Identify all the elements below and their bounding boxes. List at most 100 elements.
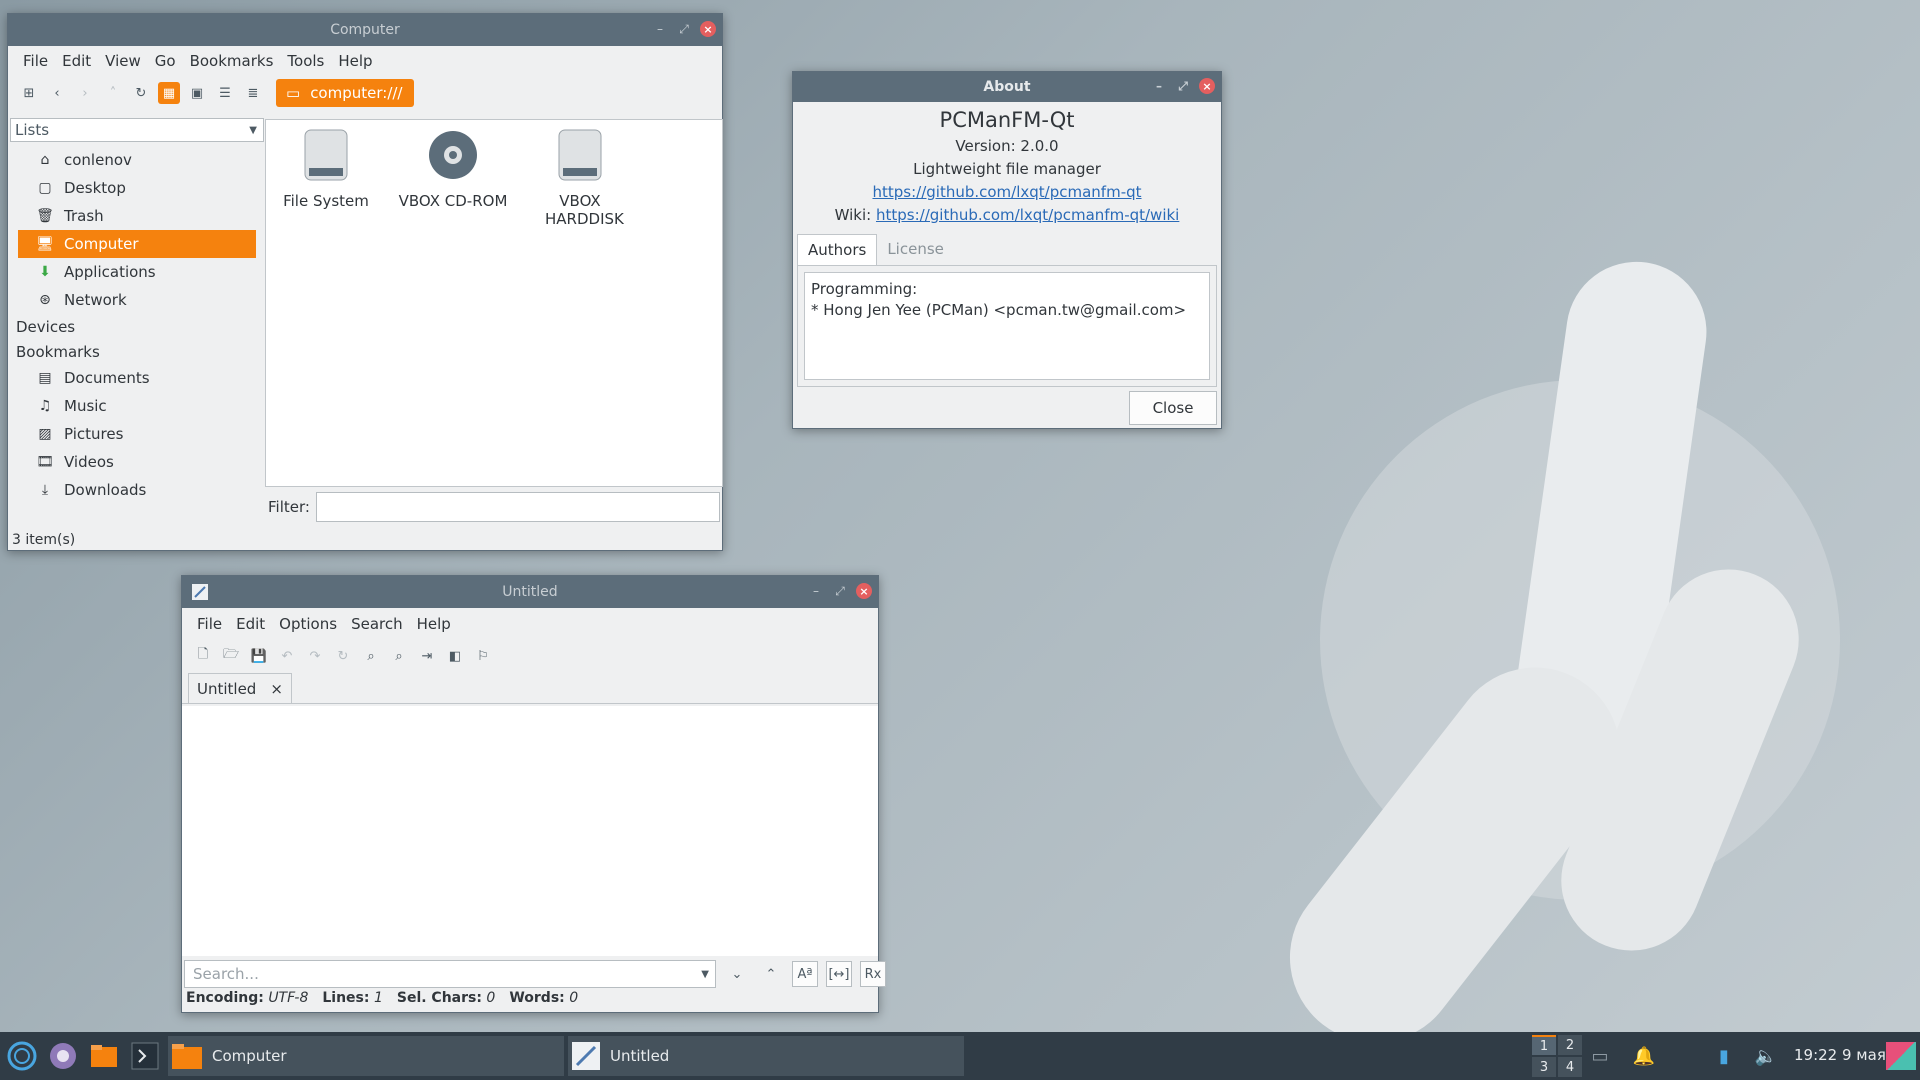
quicklaunch-browser[interactable] [44, 1037, 82, 1075]
desktop-3-button[interactable]: 3 [1532, 1057, 1556, 1077]
volume-icon[interactable]: 🔈 [1752, 1042, 1780, 1070]
tab-license[interactable]: License [877, 234, 954, 265]
devices-header[interactable]: Devices [8, 314, 266, 339]
maximize-icon[interactable]: ⤢ [676, 21, 692, 37]
minimize-icon[interactable]: – [808, 583, 824, 599]
show-desktop-icon[interactable]: ▭ [1586, 1042, 1614, 1070]
sel-chars-label: Sel. Chars: [396, 990, 482, 1006]
sidebar-item-downloads[interactable]: ⤓ Downloads [18, 476, 256, 504]
homepage-link[interactable]: https://github.com/lxqt/pcmanfm-qt [872, 183, 1141, 201]
detailed-view-icon[interactable]: ≣ [242, 82, 264, 104]
match-case-icon[interactable]: Aª [792, 961, 818, 987]
menu-help[interactable]: Help [410, 615, 458, 633]
find-previous-icon[interactable]: ⌃ [758, 961, 784, 987]
menu-help[interactable]: Help [331, 52, 379, 70]
taskbar: Computer Untitled 1 2 3 4 ▭ 🔔 ▮ 🔈 19:22 … [0, 1032, 1920, 1080]
minimize-icon[interactable]: – [1151, 78, 1167, 94]
close-icon[interactable]: × [700, 21, 716, 37]
folder-view[interactable]: File System VBOX CD-ROM VBOX HARDDISK [265, 119, 723, 487]
show-desktop-corner-icon[interactable] [1886, 1042, 1916, 1070]
compact-view-icon[interactable]: ☰ [214, 82, 236, 104]
sidebar-item-network[interactable]: ⊛ Network [18, 286, 256, 314]
quicklaunch-file-manager[interactable] [85, 1037, 123, 1075]
tab-untitled[interactable]: Untitled × [188, 673, 292, 703]
task-button-computer[interactable]: Computer [168, 1036, 564, 1076]
back-icon[interactable]: ‹ [46, 82, 68, 104]
desktop-4-button[interactable]: 4 [1558, 1057, 1582, 1077]
minimize-icon[interactable]: – [652, 21, 668, 37]
sidebar-item-pictures[interactable]: ▨ Pictures [18, 420, 256, 448]
path-button[interactable]: ▭ computer:/// [276, 79, 415, 107]
search-input[interactable]: Search... ▼ [184, 960, 716, 988]
menu-search[interactable]: Search [344, 615, 410, 633]
thumbnail-view-icon[interactable]: ▣ [186, 82, 208, 104]
go-to-line-icon[interactable]: ⇥ [416, 645, 438, 667]
sidebar-item-videos[interactable]: 🎞 Videos [18, 448, 256, 476]
reload-icon[interactable]: ↻ [332, 645, 354, 667]
maximize-icon[interactable]: ⤢ [832, 583, 848, 599]
filter-input[interactable] [315, 492, 720, 522]
forward-icon[interactable]: › [74, 82, 96, 104]
find-next-icon[interactable]: ⌄ [724, 961, 750, 987]
removable-media-icon[interactable]: ▮ [1710, 1042, 1738, 1070]
desktop-2-button[interactable]: 2 [1558, 1035, 1582, 1055]
find-icon[interactable]: ⌕ [360, 645, 382, 667]
file-manager-titlebar[interactable]: Computer – ⤢ × [8, 14, 722, 46]
sidebar-item-music[interactable]: ♫ Music [18, 392, 256, 420]
undo-icon[interactable]: ↶ [276, 645, 298, 667]
menu-options[interactable]: Options [272, 615, 344, 633]
desktop-1-button[interactable]: 1 [1532, 1035, 1556, 1055]
open-file-icon[interactable]: 🗁 [220, 645, 242, 667]
save-icon[interactable]: 💾 [248, 645, 270, 667]
sidebar-item-home[interactable]: ⌂ conlenov [18, 146, 256, 174]
regex-icon[interactable]: Rx [860, 961, 886, 987]
side-pane-icon[interactable]: ◧ [444, 645, 466, 667]
new-file-icon[interactable]: 🗋 [192, 645, 214, 667]
menu-file[interactable]: File [190, 615, 229, 633]
sidebar-item-desktop[interactable]: ▢ Desktop [18, 174, 256, 202]
tab-authors[interactable]: Authors [797, 234, 878, 265]
whole-word-icon[interactable]: [↔] [826, 961, 852, 987]
redo-icon[interactable]: ↷ [304, 645, 326, 667]
close-icon[interactable]: × [1199, 78, 1215, 94]
up-icon[interactable]: ˄ [102, 82, 124, 104]
clock[interactable]: 19:22 9 мая [1794, 1046, 1886, 1064]
new-tab-icon[interactable]: ⊞ [18, 82, 40, 104]
network-icon: ⊛ [39, 292, 51, 308]
app-menu-button[interactable] [3, 1037, 41, 1075]
sidebar-item-applications[interactable]: ⬇ Applications [18, 258, 256, 286]
sidebar-item-computer[interactable]: 🖥 Computer [18, 230, 256, 258]
sidebar-item-documents[interactable]: ▤ Documents [18, 364, 256, 392]
icon-view-icon[interactable]: ▦ [158, 82, 180, 104]
menu-bookmarks[interactable]: Bookmarks [183, 52, 281, 70]
editor-titlebar[interactable]: Untitled – ⤢ × [182, 576, 878, 608]
menu-go[interactable]: Go [148, 52, 183, 70]
chevron-down-icon[interactable]: ▼ [701, 969, 709, 980]
file-item[interactable]: File System [266, 120, 386, 210]
file-item[interactable]: VBOX HARDDISK [520, 120, 640, 228]
about-titlebar[interactable]: About – ⤢ × [793, 72, 1221, 102]
replace-icon[interactable]: ⌕ [388, 645, 410, 667]
authors-text[interactable]: Programming: * Hong Jen Yee (PCMan) <pcm… [804, 272, 1210, 380]
sidebar-item-label: Documents [64, 369, 150, 387]
tab-close-icon[interactable]: × [270, 680, 283, 698]
task-button-untitled[interactable]: Untitled [568, 1036, 964, 1076]
menu-edit[interactable]: Edit [229, 615, 272, 633]
bookmarks-header[interactable]: Bookmarks [8, 339, 266, 364]
menu-view[interactable]: View [98, 52, 148, 70]
bookmark-icon[interactable]: ⚐ [472, 645, 494, 667]
text-area[interactable] [182, 706, 878, 956]
maximize-icon[interactable]: ⤢ [1175, 78, 1191, 94]
menu-edit[interactable]: Edit [55, 52, 98, 70]
menu-file[interactable]: File [16, 52, 55, 70]
notification-bell-icon[interactable]: 🔔 [1630, 1042, 1658, 1070]
quicklaunch-terminal[interactable] [126, 1037, 164, 1075]
reload-icon[interactable]: ↻ [130, 82, 152, 104]
sidebar-item-trash[interactable]: 🗑 Trash [18, 202, 256, 230]
wiki-link[interactable]: https://github.com/lxqt/pcmanfm-qt/wiki [876, 206, 1179, 224]
side-pane-mode-select[interactable]: Lists ▼ [10, 118, 264, 142]
menu-tools[interactable]: Tools [280, 52, 331, 70]
file-item[interactable]: VBOX CD-ROM [393, 120, 513, 210]
close-button[interactable]: Close [1129, 391, 1217, 425]
close-icon[interactable]: × [856, 583, 872, 599]
